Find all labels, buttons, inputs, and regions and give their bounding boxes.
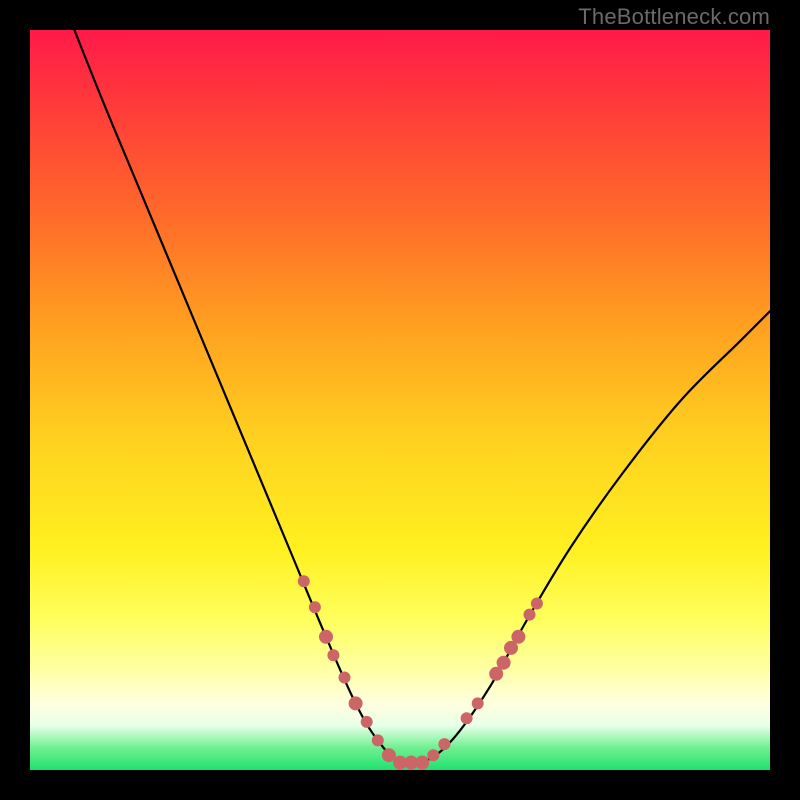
curve-svg — [30, 30, 770, 770]
marker-dot — [372, 734, 384, 746]
marker-dot — [497, 656, 511, 670]
chart-frame: TheBottleneck.com — [0, 0, 800, 800]
marker-dot — [361, 716, 373, 728]
plot-area — [30, 30, 770, 770]
marker-dot — [339, 672, 351, 684]
marker-dot — [349, 696, 363, 710]
marker-dot — [461, 712, 473, 724]
marker-dot — [511, 630, 525, 644]
watermark-text: TheBottleneck.com — [578, 4, 770, 30]
marker-dot — [319, 630, 333, 644]
marker-dot — [309, 601, 321, 613]
marker-dot — [327, 649, 339, 661]
marker-group — [298, 575, 543, 769]
marker-dot — [531, 598, 543, 610]
marker-dot — [427, 749, 439, 761]
marker-dot — [298, 575, 310, 587]
marker-dot — [438, 738, 450, 750]
bottleneck-curve — [74, 30, 770, 766]
marker-dot — [524, 609, 536, 621]
marker-dot — [415, 756, 429, 770]
marker-dot — [472, 697, 484, 709]
